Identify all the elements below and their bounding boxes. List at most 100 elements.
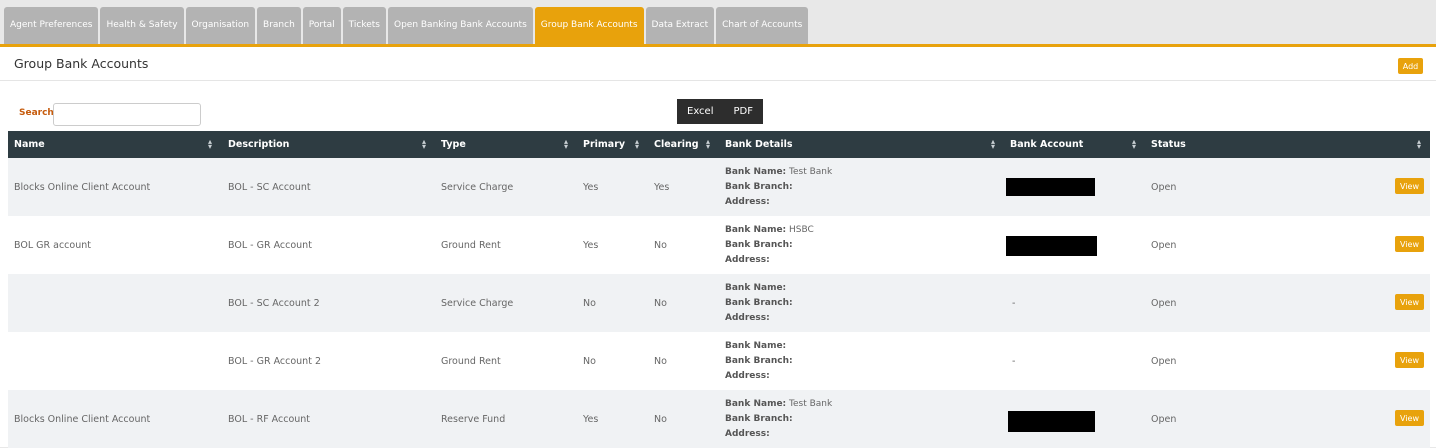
cell-primary: Yes [583, 239, 599, 251]
column-header-type[interactable]: Type [441, 131, 466, 158]
sort-icon[interactable]: ▴ ▾ [564, 138, 568, 151]
bank-name-line: Bank Name: [725, 282, 787, 293]
cell-type: Service Charge [441, 181, 514, 193]
cell-description: BOL - SC Account 2 [228, 297, 320, 309]
excel-export-button[interactable]: Excel [677, 99, 724, 124]
cell-status: Open [1151, 355, 1177, 367]
tab-tickets[interactable]: Tickets [342, 7, 386, 44]
view-button[interactable]: View [1395, 352, 1424, 368]
cell-description: BOL - SC Account [228, 181, 311, 193]
cell-primary: Yes [583, 181, 599, 193]
tab-open-banking-bank-accounts[interactable]: Open Banking Bank Accounts [387, 7, 533, 44]
address-line: Address: [725, 370, 770, 381]
column-header-status[interactable]: Status [1151, 131, 1186, 158]
tab-group-bank-accounts[interactable]: Group Bank Accounts [534, 7, 644, 44]
bank-accounts-table: Name ▴ ▾ Description ▴ ▾ Type ▴ ▾ Primary ▴… [8, 131, 1430, 448]
address-line: Address: [725, 428, 770, 439]
cell-name: Blocks Online Client Account [14, 413, 151, 425]
tab-chart-of-accounts[interactable]: Chart of Accounts [716, 7, 809, 44]
sort-icon[interactable]: ▴ ▾ [635, 138, 639, 151]
page-title: Group Bank Accounts [14, 56, 149, 71]
bank-branch-line: Bank Branch: [725, 413, 793, 424]
bank-branch-line: Bank Branch: [725, 297, 793, 308]
cell-status: Open [1151, 239, 1177, 251]
view-button[interactable]: View [1395, 294, 1424, 310]
cell-description: BOL - GR Account 2 [228, 355, 321, 367]
tab-health-safety[interactable]: Health & Safety [100, 7, 184, 44]
bank-name-line: Bank Name: HSBC [725, 224, 814, 235]
cell-bank-details: Bank Name: Test Bank Bank Branch: Addres… [725, 390, 832, 448]
redacted-bank-account [1006, 178, 1095, 196]
cell-status: Open [1151, 297, 1177, 309]
column-header-primary[interactable]: Primary [583, 131, 625, 158]
cell-status: Open [1151, 413, 1177, 425]
column-header-bank-account[interactable]: Bank Account [1010, 131, 1083, 158]
tab-branch[interactable]: Branch [257, 7, 301, 44]
sort-icon[interactable]: ▴ ▾ [422, 138, 426, 151]
search-input[interactable] [53, 103, 201, 126]
cell-name: Blocks Online Client Account [14, 181, 151, 193]
view-button[interactable]: View [1395, 236, 1424, 252]
column-header-clearing[interactable]: Clearing [654, 131, 699, 158]
column-header-description[interactable]: Description [228, 131, 289, 158]
bank-branch-line: Bank Branch: [725, 181, 793, 192]
sort-icon[interactable]: ▴ ▾ [991, 138, 995, 151]
tab-portal[interactable]: Portal [302, 7, 341, 44]
pdf-export-button[interactable]: PDF [723, 99, 763, 124]
column-header-bank-details[interactable]: Bank Details [725, 131, 793, 158]
cell-primary: Yes [583, 413, 599, 425]
search-label: Search [19, 108, 54, 118]
cell-description: BOL - RF Account [228, 413, 311, 425]
cell-bank-account: - [1012, 355, 1016, 367]
view-button[interactable]: View [1395, 178, 1424, 194]
cell-clearing: No [654, 297, 667, 309]
cell-primary: No [583, 297, 596, 309]
column-header-name[interactable]: Name [14, 131, 45, 158]
table-row: BOL - GR Account 2 Ground Rent No No Ban… [8, 332, 1430, 390]
cell-type: Reserve Fund [441, 413, 506, 425]
table-row: Blocks Online Client Account BOL - SC Ac… [8, 158, 1430, 216]
cell-clearing: Yes [654, 181, 670, 193]
sort-icon[interactable]: ▴ ▾ [208, 138, 212, 151]
address-line: Address: [725, 196, 770, 207]
bank-branch-line: Bank Branch: [725, 239, 793, 250]
bank-name-line: Bank Name: Test Bank [725, 398, 833, 409]
address-line: Address: [725, 254, 770, 265]
cell-bank-details: Bank Name: HSBC Bank Branch: Address: [725, 216, 814, 274]
tab-organisation[interactable]: Organisation [185, 7, 256, 44]
sort-icon[interactable]: ▴ ▾ [1132, 138, 1136, 151]
tab-list: Agent Preferences Health & Safety Organi… [4, 7, 810, 44]
add-button[interactable]: Add [1398, 58, 1423, 74]
view-button[interactable]: View [1395, 410, 1424, 426]
cell-primary: No [583, 355, 596, 367]
bank-name-line: Bank Name: Test Bank [725, 166, 833, 177]
table-row: Blocks Online Client Account BOL - RF Ac… [8, 390, 1430, 448]
cell-name: BOL GR account [14, 239, 91, 251]
table-row: BOL GR account BOL - GR Account Ground R… [8, 216, 1430, 274]
cell-description: BOL - GR Account [228, 239, 312, 251]
cell-status: Open [1151, 181, 1177, 193]
cell-type: Ground Rent [441, 355, 501, 367]
redacted-bank-account [1008, 411, 1095, 432]
sort-icon[interactable]: ▴ ▾ [706, 138, 710, 151]
tab-agent-preferences[interactable]: Agent Preferences [4, 7, 99, 44]
sort-icon[interactable]: ▴ ▾ [1417, 138, 1421, 151]
cell-bank-details: Bank Name: Bank Branch: Address: [725, 332, 793, 390]
bank-name-line: Bank Name: [725, 340, 787, 351]
export-button-group: Excel PDF [677, 99, 763, 124]
cell-clearing: No [654, 239, 667, 251]
table-row: BOL - SC Account 2 Service Charge No No … [8, 274, 1430, 332]
redacted-bank-account [1006, 236, 1097, 256]
cell-clearing: No [654, 355, 667, 367]
address-line: Address: [725, 312, 770, 323]
table-header-row: Name ▴ ▾ Description ▴ ▾ Type ▴ ▾ Primary ▴… [8, 131, 1430, 158]
cell-clearing: No [654, 413, 667, 425]
tab-data-extract[interactable]: Data Extract [645, 7, 715, 44]
tab-bar: Agent Preferences Health & Safety Organi… [0, 0, 1436, 46]
cell-type: Service Charge [441, 297, 514, 309]
cell-bank-account: - [1012, 297, 1016, 309]
cell-type: Ground Rent [441, 239, 501, 251]
panel-header: Group Bank Accounts Add [0, 47, 1436, 81]
content-panel: Group Bank Accounts Add Search Excel PDF… [0, 44, 1436, 448]
cell-bank-details: Bank Name: Test Bank Bank Branch: Addres… [725, 158, 832, 216]
